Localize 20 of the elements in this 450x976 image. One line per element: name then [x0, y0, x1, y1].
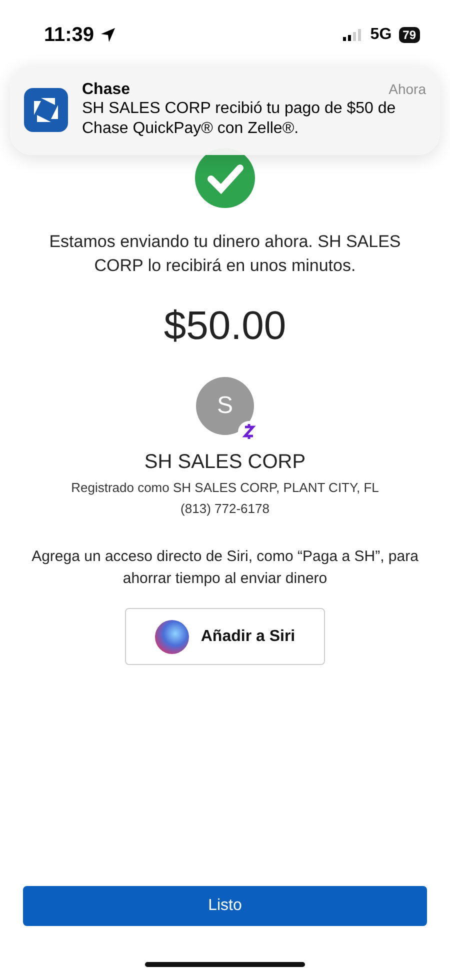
battery-level: 79	[398, 27, 420, 43]
recipient-name: SH SALES CORP	[144, 451, 306, 474]
done-button[interactable]: Listo	[23, 886, 427, 926]
app-logo-icon	[24, 88, 68, 132]
payment-amount: $50.00	[164, 304, 286, 349]
status-message: Estamos enviando tu dinero ahora. SH SALES CORP lo recibirá en unos minutos.	[48, 231, 402, 277]
siri-hint: Agrega un acceso directo de Siri, como “Paga a SH”, para ahorrar tiempo al enviar dinero	[30, 547, 420, 589]
clock-time: 11:39	[44, 24, 94, 46]
network-label: 5G	[370, 26, 392, 44]
add-to-siri-button[interactable]: Añadir a Siri	[125, 608, 325, 665]
notification-app-name: Chase	[82, 81, 130, 99]
phone-number: (813) 772-6178	[180, 501, 270, 516]
siri-orb-icon	[154, 620, 189, 654]
signal-icon	[343, 29, 364, 41]
registration-info: Registrado como SH SALES CORP, PLANT CITY, FL	[71, 480, 379, 495]
location-arrow-icon	[100, 27, 116, 43]
notification-banner[interactable]: Chase Ahora SH SALES CORP recibió tu pago de $50 de Chase QuickPay® con Zelle®.	[10, 65, 440, 155]
notification-time: Ahora	[388, 81, 426, 99]
notification-message: SH SALES CORP recibió tu pago de $50 de Chase QuickPay® con Zelle®.	[82, 99, 397, 139]
avatar-initial: S	[216, 392, 233, 420]
